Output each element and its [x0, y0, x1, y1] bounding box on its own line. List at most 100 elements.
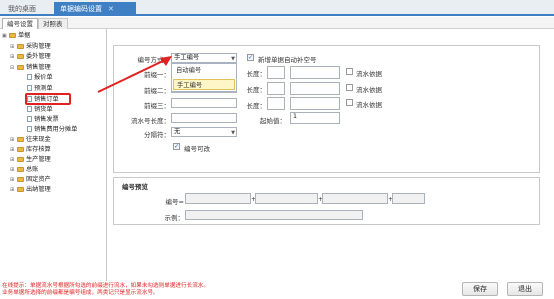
method-select-value: 手工编号 — [174, 54, 200, 61]
separator-select[interactable]: 无 ▼ — [171, 127, 237, 137]
tab-mapping-table[interactable]: 对照表 — [38, 18, 68, 29]
tree-node-label: 销售管理 — [26, 64, 51, 71]
tree-node-forecast[interactable]: 预测单 — [27, 84, 53, 93]
expand-toggle-icon[interactable]: ⊞ — [10, 166, 17, 175]
online-tip: 在线提示：单据流水号根据所勾选的前缀进行流水，如果未勾选则单据进行长流水。 业务… — [2, 283, 432, 297]
expand-toggle-icon[interactable]: ⊟ — [10, 64, 17, 73]
expand-toggle-icon[interactable]: ⊞ — [10, 146, 17, 155]
auto-fill-label: 新增单据自动补空号 — [258, 56, 317, 64]
prefix3-value-input[interactable] — [290, 97, 340, 110]
tree-node-quotation[interactable]: 报价单 — [27, 73, 53, 82]
exit-button[interactable]: 退出 — [507, 282, 543, 296]
tree-node-production[interactable]: ⊞ 生产管理 — [10, 155, 51, 164]
preview-part3 — [322, 193, 388, 204]
tree-node-sales-invoice[interactable]: 销售发票 — [27, 115, 59, 124]
document-icon — [27, 106, 32, 112]
chevron-down-icon: ▼ — [231, 56, 235, 62]
folder-icon — [17, 166, 24, 172]
expand-toggle-icon[interactable]: ⊞ — [10, 136, 17, 145]
preview-number-label: 编号= — [165, 198, 184, 206]
prefix3-label: 前缀三： — [144, 102, 170, 110]
preview-example-label: 示例： — [164, 214, 185, 222]
tree-node-inventory[interactable]: ⊞ 库存核算 — [10, 145, 51, 154]
serial-basis2-label: 流水依据 — [356, 86, 382, 94]
start-value: 1 — [293, 113, 298, 120]
length1-label: 长度： — [246, 70, 267, 78]
length3-label: 长度： — [246, 102, 267, 110]
serial-basis2-checkbox[interactable] — [346, 84, 353, 91]
separator-label: 分隔符： — [144, 131, 170, 139]
prefix2-value-input[interactable] — [290, 82, 340, 95]
tree-node-label: 采购管理 — [26, 43, 51, 50]
tree-node-bills[interactable]: ▣ 单据 — [2, 31, 30, 40]
tab-my-desktop[interactable]: 我的桌面 — [2, 2, 42, 16]
start-value-input[interactable]: 1 — [290, 112, 340, 124]
expand-toggle-icon[interactable]: ▣ — [2, 32, 9, 41]
tree-node-label: 报价单 — [34, 74, 53, 81]
tree-node-label: 委外管理 — [26, 53, 51, 60]
length1-input[interactable] — [267, 66, 285, 79]
folder-icon — [17, 53, 24, 59]
option-manual-number[interactable]: 手工编号 — [173, 79, 235, 90]
preview-part1 — [185, 193, 251, 204]
prefix3-select[interactable] — [171, 98, 237, 108]
highlight-box — [25, 93, 71, 105]
folder-icon — [9, 32, 16, 38]
tip-line: 业务单据所选择的前缀都是编号组成，两类记只是显示流水号。 — [2, 290, 159, 296]
serial-length-label: 流水号长度： — [131, 117, 170, 125]
start-value-label: 起始值： — [260, 117, 286, 125]
auto-fill-checkbox[interactable]: ✓ — [247, 54, 254, 61]
preview-example — [185, 210, 363, 220]
subtab-bar: 编号设置 对照表 — [0, 17, 554, 29]
prefix1-value-input[interactable] — [290, 66, 340, 79]
document-icon — [27, 74, 32, 80]
tree-node-fixed-assets[interactable]: ⊞ 固定资产 — [10, 175, 51, 184]
tree-node-label: 单据 — [18, 32, 31, 39]
tree-node-delivery[interactable]: 销货单 — [27, 105, 53, 114]
tab-bill-code-settings[interactable]: 单据编码设置 ✕ — [54, 2, 136, 16]
option-auto-number[interactable]: 自动编号 — [173, 65, 235, 76]
tree-node-label: 往来现金 — [26, 136, 51, 143]
tree-node-label: 生产管理 — [26, 156, 51, 163]
tab-label: 单据编码设置 — [60, 5, 102, 13]
serial-basis3-checkbox[interactable] — [346, 99, 353, 106]
folder-icon — [17, 64, 24, 70]
folder-icon — [17, 176, 24, 182]
length2-label: 长度： — [246, 86, 267, 94]
document-icon — [27, 126, 32, 132]
tree-node-label: 库存核算 — [26, 146, 51, 153]
length2-input[interactable] — [267, 82, 285, 95]
expand-toggle-icon[interactable]: ⊞ — [10, 53, 17, 62]
prefix1-label: 前缀一： — [144, 71, 170, 79]
expand-toggle-icon[interactable]: ⊞ — [10, 176, 17, 185]
tree-node-cash[interactable]: ⊞ 往来现金 — [10, 135, 51, 144]
tree-node-label: 预测单 — [34, 85, 53, 92]
folder-icon — [17, 186, 24, 192]
prefix2-label: 前缀二： — [144, 87, 170, 95]
expand-toggle-icon[interactable]: ⊞ — [10, 43, 17, 52]
tree-node-expense-allocation[interactable]: 销售费用分摊单 — [27, 125, 77, 134]
serial-basis3-label: 流水依据 — [356, 101, 382, 109]
length3-input[interactable] — [267, 97, 285, 110]
chevron-down-icon: ▼ — [231, 130, 235, 136]
tree-node-purchase[interactable]: ⊞ 采购管理 — [10, 42, 51, 51]
preview-title: 编号预览 — [122, 183, 148, 191]
separator-value: 无 — [174, 128, 181, 135]
expand-toggle-icon[interactable]: ⊞ — [10, 156, 17, 165]
close-icon[interactable]: ✕ — [108, 5, 114, 13]
tree-node-label: 销售发票 — [34, 116, 59, 123]
tree-node-outsourcing[interactable]: ⊞ 委外管理 — [10, 52, 51, 61]
tree-node-label: 销货单 — [34, 106, 53, 113]
preview-serial — [392, 193, 425, 204]
tab-number-settings[interactable]: 编号设置 — [2, 18, 38, 29]
editable-checkbox[interactable]: ✓ — [173, 143, 180, 150]
method-select[interactable]: 手工编号 ▼ — [171, 53, 237, 63]
tree-node-cashier[interactable]: ⊞ 出纳管理 — [10, 185, 51, 194]
serial-length-input[interactable] — [171, 113, 237, 123]
expand-toggle-icon[interactable]: ⊞ — [10, 186, 17, 195]
tree-node-label: 总账 — [26, 166, 39, 173]
tree-node-ledger[interactable]: ⊞ 总账 — [10, 165, 38, 174]
serial-basis1-checkbox[interactable] — [346, 68, 353, 75]
save-button[interactable]: 保存 — [462, 282, 498, 296]
tree-node-sales[interactable]: ⊟ 销售管理 — [10, 63, 51, 72]
